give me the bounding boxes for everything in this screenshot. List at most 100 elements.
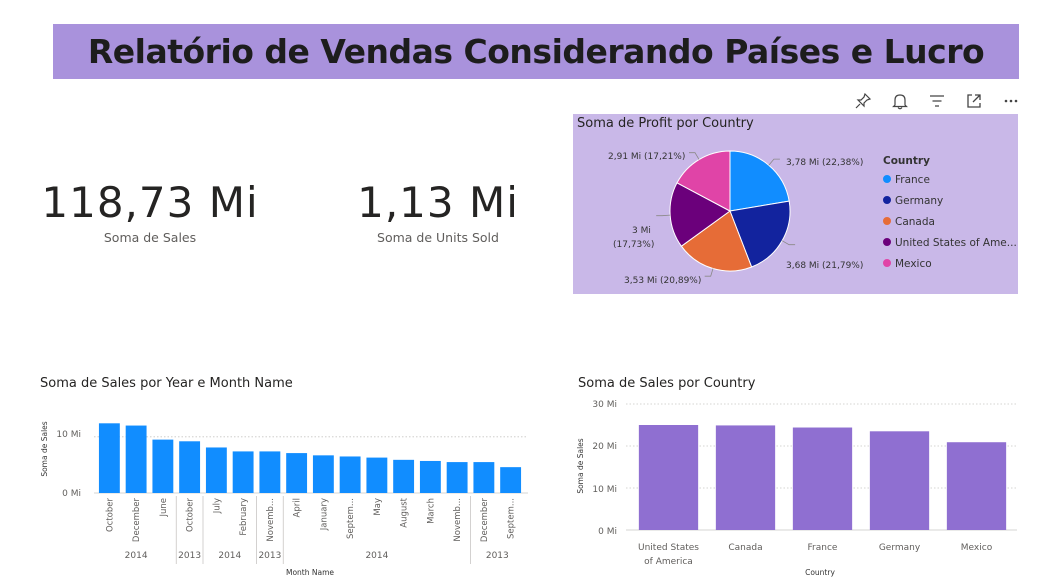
- x-axis-tick-label: February: [239, 498, 249, 536]
- country-sales-bar-chart[interactable]: United States of America Canada France Germa…: [570, 396, 1020, 581]
- x-axis-tick-label: March: [426, 498, 436, 524]
- bar-october-2013[interactable]: [179, 441, 201, 493]
- bar-germany[interactable]: [869, 431, 930, 530]
- year-group-label: 2013: [258, 551, 281, 561]
- country-chart-title: Soma de Sales por Country: [578, 376, 756, 391]
- bar-septem-2013[interactable]: [500, 467, 522, 493]
- bar-march-2014[interactable]: [419, 460, 441, 493]
- pie-slice-label-canada: 3,53 Mi (20,89%): [624, 276, 701, 286]
- bar-novemb-2014[interactable]: [446, 462, 468, 493]
- report-title: Relatório de Vendas Considerando Países …: [87, 32, 985, 71]
- bar-june-2014[interactable]: [152, 439, 174, 493]
- x-axis-tick-label: May: [373, 498, 383, 516]
- x-axis-tick-label: of America: [644, 557, 693, 567]
- x-axis-tick-label: France: [808, 543, 838, 553]
- y-axis-title: Soma de Sales: [576, 438, 585, 493]
- legend-label: Mexico: [895, 258, 932, 270]
- x-axis-tick-label: July: [212, 498, 222, 514]
- x-axis-tick-label: June: [159, 498, 169, 518]
- pie-slice-label-usa-pct: (17,73%): [613, 240, 654, 250]
- pie-leader-line: [768, 158, 780, 166]
- focus-mode-icon[interactable]: [963, 90, 985, 112]
- kpi-value: 118,73 Mi: [41, 178, 259, 227]
- monthly-sales-bar-chart[interactable]: October December June October July February No…: [30, 396, 530, 586]
- year-group-label: 2013: [178, 551, 201, 561]
- x-axis-tick-label: August: [400, 497, 410, 527]
- kpi-label: Soma de Units Sold: [377, 230, 499, 245]
- kpi-value: 1,13 Mi: [357, 178, 519, 227]
- year-group-label: 2013: [486, 551, 509, 561]
- filter-icon[interactable]: [926, 90, 948, 112]
- y-axis-tick-label: 0 Mi: [62, 489, 81, 499]
- year-group-label: 2014: [365, 551, 388, 561]
- x-axis-title: Country: [805, 568, 835, 577]
- year-group-label: 2014: [125, 551, 148, 561]
- pie-legend-title: Country: [883, 155, 930, 167]
- bar-france[interactable]: [792, 427, 853, 530]
- x-axis-tick-label: Septem...: [507, 498, 517, 539]
- pie-chart[interactable]: 3,78 Mi (22,38%) 3,68 Mi (21,79%) 3,53 M…: [573, 114, 1018, 294]
- pie-slice-label-france: 3,78 Mi (22,38%): [786, 158, 863, 168]
- bar-canada[interactable]: [715, 425, 776, 530]
- bar-mexico[interactable]: [946, 442, 1007, 530]
- x-axis-tick-label: October: [186, 498, 196, 533]
- legend-marker: [883, 196, 891, 204]
- bar-february-2014[interactable]: [232, 451, 254, 493]
- bar-january-2014[interactable]: [312, 455, 334, 493]
- legend-marker: [883, 217, 891, 225]
- year-group-label: 2014: [218, 551, 241, 561]
- legend-label: Germany: [895, 195, 943, 207]
- x-axis-tick-label: October: [105, 498, 115, 533]
- visual-header-toolbar: [852, 90, 1022, 112]
- x-axis-tick-label: January: [319, 498, 329, 531]
- bar-december-2014[interactable]: [125, 425, 147, 493]
- bar-may-2014[interactable]: [366, 457, 388, 493]
- bar-august-2014[interactable]: [393, 459, 415, 493]
- more-options-icon[interactable]: [1000, 90, 1022, 112]
- bar-december-2013[interactable]: [473, 462, 495, 493]
- pie-leader-line: [689, 152, 700, 160]
- pie-legend-item-mexico[interactable]: Mexico: [883, 258, 932, 270]
- bar-novemb-2013[interactable]: [259, 451, 281, 493]
- pie-legend-item-canada[interactable]: Canada: [883, 216, 935, 228]
- bar-united-states-of-america[interactable]: [638, 425, 699, 530]
- pie-legend-item-usa[interactable]: United States of Ame...: [883, 237, 1017, 249]
- bar-july-2014[interactable]: [205, 447, 227, 493]
- x-axis-tick-label: United States: [638, 543, 699, 553]
- monthly-chart-title: Soma de Sales por Year e Month Name: [40, 376, 293, 391]
- x-axis-tick-label: Novemb...: [453, 498, 463, 542]
- kpi-card-sales: 118,73 Mi Soma de Sales: [40, 178, 260, 246]
- legend-label: Canada: [895, 216, 935, 228]
- pie-slice-france[interactable]: [729, 150, 790, 212]
- report-title-banner: Relatório de Vendas Considerando Países …: [53, 24, 1019, 79]
- pie-leader-line: [704, 268, 714, 277]
- x-axis-tick-label: Canada: [728, 543, 762, 553]
- y-axis-tick-label: 10 Mi: [56, 430, 81, 440]
- bell-icon[interactable]: [889, 90, 911, 112]
- pie-leader-line: [656, 214, 671, 217]
- x-axis-tick-label: December: [480, 497, 490, 542]
- pie-leader-line: [781, 240, 796, 246]
- pin-icon[interactable]: [852, 90, 874, 112]
- bar-october-2014[interactable]: [98, 423, 120, 493]
- x-axis-title: Month Name: [286, 568, 334, 577]
- bar-april-2014[interactable]: [286, 453, 308, 493]
- legend-label: France: [895, 174, 930, 186]
- x-axis-tick-label: Septem...: [346, 498, 356, 539]
- legend-marker: [883, 175, 891, 183]
- y-axis-title: Soma de Sales: [40, 421, 49, 476]
- y-axis-tick-label: 0 Mi: [598, 527, 617, 537]
- y-axis-tick-label: 10 Mi: [592, 485, 617, 495]
- x-axis-tick-label: Germany: [879, 543, 921, 553]
- pie-slice-label-germany: 3,68 Mi (21,79%): [786, 261, 863, 271]
- kpi-label: Soma de Sales: [103, 230, 197, 245]
- pie-slice-label-usa-value: 3 Mi: [632, 226, 651, 236]
- x-axis-tick-label: April: [293, 498, 303, 517]
- pie-legend-item-france[interactable]: France: [883, 174, 930, 186]
- x-axis-tick-label: Novemb...: [266, 498, 276, 542]
- legend-marker: [883, 238, 891, 246]
- pie-slice-label-mexico: 2,91 Mi (17,21%): [608, 152, 685, 162]
- pie-legend-item-germany[interactable]: Germany: [883, 195, 943, 207]
- legend-label: United States of Ame...: [895, 237, 1017, 249]
- bar-septem-2014[interactable]: [339, 456, 361, 493]
